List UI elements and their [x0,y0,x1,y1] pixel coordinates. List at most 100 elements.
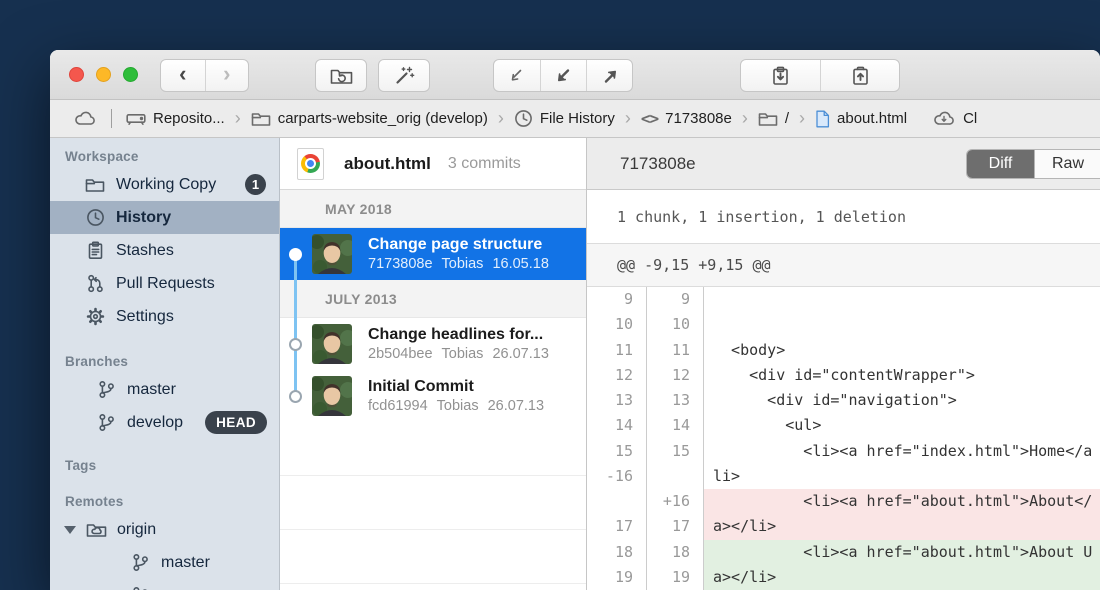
commit-hash: fcd61994 [368,398,428,414]
new-line-number: 10 [647,312,704,337]
diff-chunk-header: @@ -9,15 +9,15 @@ [587,244,1100,287]
old-line-number: 14 [587,413,647,438]
branch-icon [128,553,152,572]
code-text: li> [704,464,1100,489]
diff-header: 7173808e DiffRaw [587,138,1100,190]
commit-count: 3 commits [448,155,521,173]
breadcrumb-item-file[interactable]: about.html [815,110,907,128]
new-line-number: 13 [647,388,704,413]
code-text [704,312,1100,337]
commit-hash: 2b504bee [368,346,433,362]
breadcrumb-label: Cl [963,110,977,127]
new-line-number: 12 [647,363,704,388]
clipboard-down-icon [771,66,790,86]
old-line-number: 17 [587,514,647,539]
count-badge: 1 [245,174,266,195]
timeline-line [294,254,297,396]
commit-title: Change page structure [368,236,549,254]
timeline-node [289,390,302,403]
close-window-button[interactable] [69,67,84,82]
sidebar-item-pull-requests[interactable]: Pull Requests [50,267,279,300]
timeline-node [289,338,302,351]
commit-date: 16.05.18 [492,256,548,272]
breadcrumb-item-services[interactable] [74,111,97,126]
sidebar-item-stashes[interactable]: Stashes [50,234,279,267]
minimize-window-button[interactable] [96,67,111,82]
apply-stash-button[interactable] [820,60,899,91]
breadcrumb-item-cloud-action[interactable]: Cl [933,110,977,127]
breadcrumb-item-root-folder[interactable]: / [758,110,789,127]
sidebar-item-label: History [116,209,171,227]
commit-row[interactable]: Change page structure7173808eTobias16.05… [280,228,586,280]
repository-settings-button[interactable] [315,59,367,92]
sidebar-item-label: develop [127,414,183,432]
commit-author: Tobias [437,398,479,414]
author-avatar [312,234,352,274]
magic-wand-icon [394,65,415,86]
merge-button[interactable] [494,60,540,91]
old-line-number: 11 [587,338,647,363]
sidebar-item-working-copy[interactable]: Working Copy 1 [50,168,279,201]
commit-hash: 7173808e [368,256,433,272]
code-text: <ul> [704,413,1100,438]
app-window: ‹ › Reposito... › carparts-website_orig (d… [50,50,1100,590]
diff-line: 1414 <ul> [587,413,1100,438]
diff-stats: 1 chunk, 1 insertion, 1 deletion [587,190,1100,244]
old-line-number: 13 [587,388,647,413]
sidebar-item-history[interactable]: History [50,201,279,234]
disclosure-triangle-icon[interactable] [64,526,76,534]
forward-button[interactable]: › [205,60,249,91]
new-line-number: 11 [647,338,704,363]
main-content: WorkspaceWorking Copy1HistoryStashesPull… [50,138,1100,590]
toolbar: ‹ › [50,50,1100,100]
commit-row[interactable]: Change headlines for...2b504beeTobias26.… [280,318,586,370]
branch-icon [94,413,118,432]
old-line-number: 18 [587,540,647,565]
diff-line: -16li> [587,464,1100,489]
commit-date: 26.07.13 [492,346,548,362]
file-header: about.html 3 commits [280,138,586,190]
author-avatar [312,324,352,364]
tab-diff[interactable]: Diff [967,150,1034,178]
sidebar-item-remote-origin-stub[interactable] [50,579,279,590]
code-text: <div id="navigation"> [704,388,1100,413]
sidebar-item-branch-master[interactable]: master [50,373,279,406]
breadcrumb-item-file-history[interactable]: File History [514,109,615,128]
push-button[interactable] [586,60,632,91]
sidebar-item-label: master [161,554,210,572]
gear-icon [83,307,107,326]
history-nav-group: ‹ › [160,59,249,92]
zoom-window-button[interactable] [123,67,138,82]
pull-button[interactable] [540,60,586,91]
diff-line: 1515 <li><a href="index.html">Home</a [587,439,1100,464]
sidebar-item-remote-origin[interactable]: origin [50,513,279,546]
chevron-right-icon: › [223,63,230,85]
actions-button[interactable] [378,59,430,92]
chevron-left-icon: ‹ [179,63,186,85]
arrow-pull-icon [554,67,574,85]
breadcrumb-item-repository[interactable]: carparts-website_orig (develop) [251,110,488,127]
commit-row[interactable]: Initial Commitfcd61994Tobias26.07.13 [280,370,586,422]
stash-button[interactable] [741,60,820,91]
old-line-number: 10 [587,312,647,337]
head-badge: HEAD [205,411,267,434]
traffic-lights [69,67,138,82]
sidebar-item-remote-origin-master[interactable]: master [50,546,279,579]
sidebar-item-settings[interactable]: Settings [50,300,279,333]
branch-icon [128,586,152,590]
tab-raw[interactable]: Raw [1034,150,1100,178]
sidebar-item-label: Working Copy [116,176,216,194]
new-line-number [647,464,704,489]
folder-sync-icon [330,67,353,85]
back-button[interactable]: ‹ [161,60,205,91]
clipboard-icon [83,241,107,260]
sidebar-item-branch-develop[interactable]: develop HEAD [50,406,279,439]
breadcrumb-item-commit[interactable]: <>7173808e [641,109,732,128]
sidebar-item-label: master [127,381,176,399]
diff-line: 1313 <div id="navigation"> [587,388,1100,413]
breadcrumb-label: / [785,110,789,127]
old-line-number: 15 [587,439,647,464]
breadcrumb-item-repositories[interactable]: Reposito... [126,110,225,127]
sidebar-item-label: Settings [116,308,174,326]
new-line-number: 14 [647,413,704,438]
